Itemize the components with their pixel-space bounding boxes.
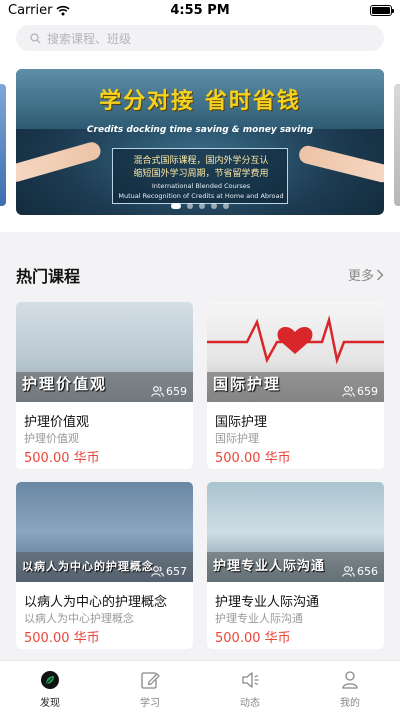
- people-icon: [342, 386, 355, 397]
- course-name: 护理专业人际沟通: [215, 595, 320, 610]
- view-count-value: 656: [357, 565, 378, 578]
- status-bar: Carrier 4:55 PM: [0, 0, 400, 22]
- carousel-dot[interactable]: [187, 203, 193, 209]
- course-card[interactable]: 护理专业人际沟通 656 护理专业人际沟通 护理专业人际沟通 500.00 华币: [207, 482, 384, 649]
- search-icon: [30, 32, 41, 43]
- view-count: 659: [342, 385, 378, 398]
- course-price: 500.00 华币: [24, 451, 100, 466]
- thumbnail-title: 国际护理: [213, 375, 282, 393]
- carousel-dot[interactable]: [211, 203, 217, 209]
- course-name: 国际护理: [215, 415, 268, 430]
- view-count-value: 659: [357, 385, 378, 398]
- banner-en-line2: Mutual Recognition of Credits at Home an…: [118, 192, 284, 200]
- course-subtitle: 国际护理: [215, 432, 259, 445]
- carousel-dot[interactable]: [223, 203, 229, 209]
- right-hand-graphic: [297, 143, 384, 185]
- edit-icon: [141, 672, 160, 689]
- more-label: 更多: [347, 269, 374, 284]
- tab-feed[interactable]: 动态: [200, 661, 300, 710]
- view-count: 657: [151, 565, 187, 578]
- people-icon: [342, 566, 355, 577]
- section-title: 热门课程: [16, 267, 81, 286]
- people-icon: [151, 386, 164, 397]
- banner-text-box: 混合式国际课程，国内外学分互认 缩短国外学习周期，节省留学费用 Internat…: [112, 148, 288, 204]
- view-count-value: 657: [166, 565, 187, 578]
- carousel-dot[interactable]: [199, 203, 205, 209]
- thumbnail-title: 护理专业人际沟通: [213, 559, 326, 574]
- battery-icon: [370, 5, 394, 16]
- course-name: 以病人为中心的护理概念: [24, 595, 168, 610]
- thumbnail-title: 护理价值观: [22, 375, 108, 393]
- banner-title: 学分对接 省时省钱: [99, 89, 301, 114]
- course-subtitle: 护理专业人际沟通: [215, 612, 303, 625]
- course-thumbnail: 护理价值观 659: [16, 302, 193, 402]
- compass-icon: [41, 671, 59, 689]
- promo-banner[interactable]: 学分对接 省时省钱 Credits docking time saving & …: [16, 69, 384, 215]
- course-name: 护理价值观: [24, 415, 90, 430]
- tab-label: 发现: [40, 698, 60, 709]
- banner-en-line1: International Blended Courses: [151, 182, 251, 190]
- course-price: 500.00 华币: [24, 631, 100, 646]
- clock: 4:55 PM: [170, 3, 230, 18]
- course-price: 500.00 华币: [215, 451, 291, 466]
- banner-subtitle: Credits docking time saving & money savi…: [86, 125, 314, 135]
- course-subtitle: 护理价值观: [24, 432, 79, 445]
- course-thumbnail: 以病人为中心的护理概念 657: [16, 482, 193, 582]
- people-icon: [151, 566, 164, 577]
- banner-cn-line2: 缩短国外学习周期，节省留学费用: [133, 169, 269, 179]
- person-icon: [342, 671, 358, 689]
- course-price: 500.00 华币: [215, 631, 291, 646]
- carousel-dot[interactable]: [171, 203, 181, 209]
- tab-bar: 发现 学习 动态 我的: [0, 660, 400, 710]
- carousel-indicator: [16, 203, 384, 209]
- hot-courses-section: 热门课程 更多 护理价值观 659 护理价值观 护理价值观 500.00 华币: [0, 245, 400, 659]
- search-input[interactable]: 搜索课程、班级: [16, 25, 384, 51]
- banner-next-peek[interactable]: [394, 84, 400, 206]
- left-hand-graphic: [16, 140, 103, 184]
- tab-profile[interactable]: 我的: [300, 661, 400, 710]
- tab-discover[interactable]: 发现: [0, 661, 100, 710]
- tab-label: 学习: [140, 698, 160, 709]
- course-card[interactable]: 护理价值观 659 护理价值观 护理价值观 500.00 华币: [16, 302, 193, 469]
- more-button[interactable]: 更多: [348, 265, 384, 284]
- banner-cn-line1: 混合式国际课程，国内外学分互认: [133, 156, 269, 166]
- course-thumbnail: 护理专业人际沟通 656: [207, 482, 384, 582]
- course-card[interactable]: 国际护理 659 国际护理 国际护理 500.00 华币: [207, 302, 384, 469]
- banner-prev-peek[interactable]: [0, 84, 6, 206]
- tab-label: 动态: [240, 698, 260, 709]
- heartbeat-graphic: [207, 315, 384, 365]
- tab-label: 我的: [340, 698, 360, 709]
- course-thumbnail: 国际护理 659: [207, 302, 384, 402]
- speaker-icon: [242, 672, 259, 688]
- course-subtitle: 以病人为中心护理概念: [24, 612, 134, 625]
- course-card[interactable]: 以病人为中心的护理概念 657 以病人为中心的护理概念 以病人为中心护理概念 5…: [16, 482, 193, 649]
- view-count: 656: [342, 565, 378, 578]
- tab-study[interactable]: 学习: [100, 661, 200, 710]
- chevron-right-icon: [377, 269, 384, 280]
- view-count-value: 659: [166, 385, 187, 398]
- search-placeholder: 搜索课程、班级: [47, 31, 132, 46]
- view-count: 659: [151, 385, 187, 398]
- top-area: 搜索课程、班级 学分对接 省时省钱 Credits docking time s…: [0, 22, 400, 232]
- thumbnail-title: 以病人为中心的护理概念: [22, 560, 154, 573]
